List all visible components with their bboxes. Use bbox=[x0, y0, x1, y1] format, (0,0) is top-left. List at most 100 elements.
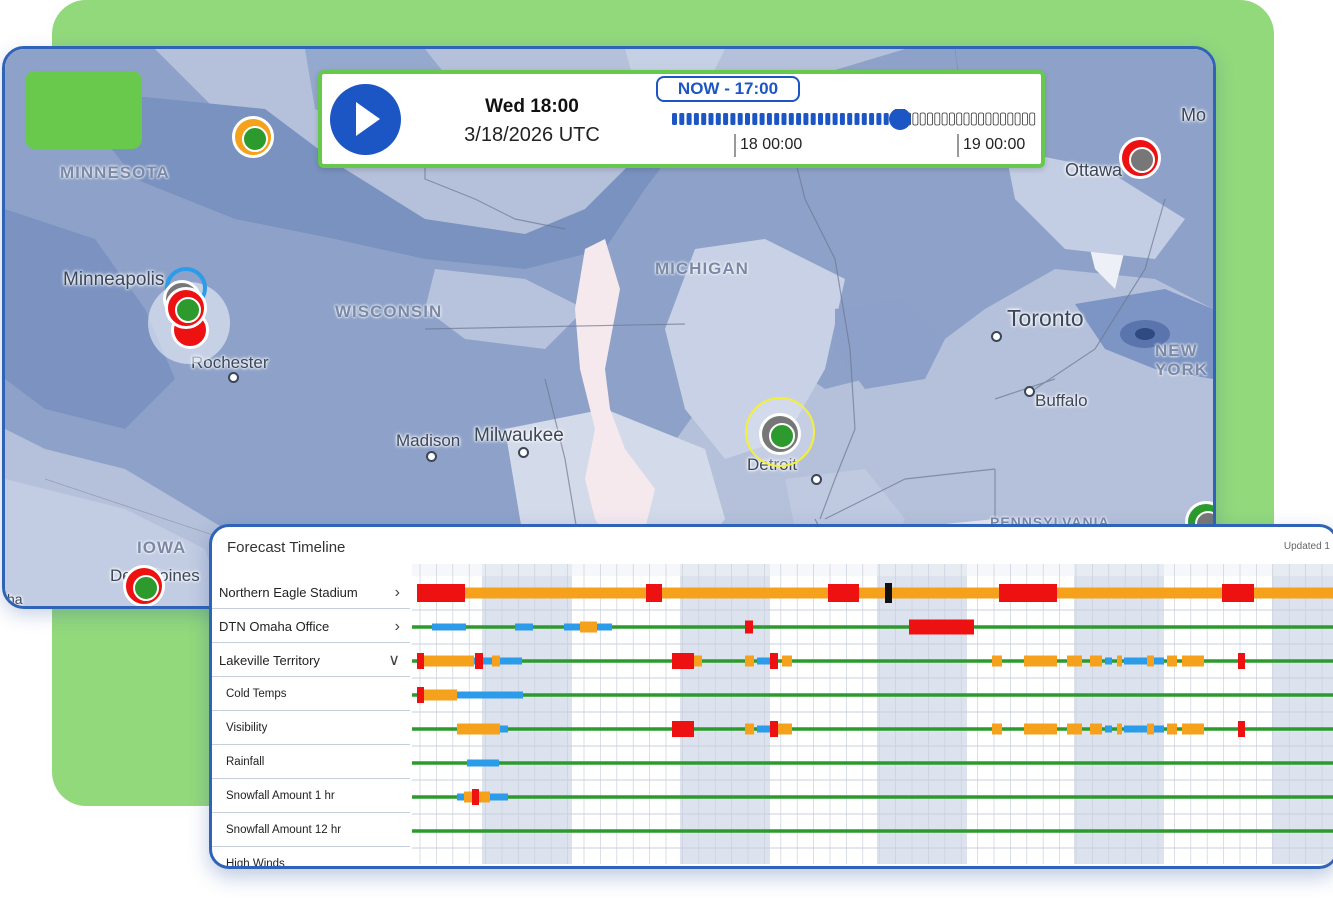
marker-des-moines[interactable] bbox=[123, 565, 165, 606]
timeline-segment[interactable] bbox=[412, 795, 1333, 799]
slider-tick bbox=[730, 113, 736, 125]
state-label-wisconsin: WISCONSIN bbox=[335, 302, 443, 321]
slider-tick bbox=[752, 113, 758, 125]
timeline-segment[interactable] bbox=[412, 829, 1333, 833]
timeline-title: Forecast Timeline bbox=[227, 539, 346, 556]
timeline-segment[interactable] bbox=[417, 587, 1333, 599]
slider-tick bbox=[963, 112, 970, 126]
timeline-segment[interactable] bbox=[475, 653, 483, 669]
timeline-segment[interactable] bbox=[412, 625, 1333, 629]
timeline-segment[interactable] bbox=[745, 620, 753, 634]
timeline-segment[interactable] bbox=[992, 655, 1002, 667]
timeline-row[interactable]: Lakeville Territory ∨ bbox=[212, 644, 410, 677]
chevron-down-icon[interactable]: ∨ bbox=[388, 644, 400, 677]
slider-tick bbox=[992, 112, 999, 126]
timeline-segment[interactable] bbox=[1117, 723, 1122, 735]
timeline-row[interactable]: Cold Temps bbox=[212, 678, 410, 711]
timeline-segment[interactable] bbox=[999, 584, 1057, 602]
timeline-segment[interactable] bbox=[457, 723, 500, 735]
slider-tick bbox=[672, 113, 677, 125]
slider-tick bbox=[810, 113, 816, 125]
timeline-segment[interactable] bbox=[467, 759, 499, 767]
timeline-segment[interactable] bbox=[492, 655, 500, 667]
timeline-segment[interactable] bbox=[909, 619, 974, 635]
timeline-row[interactable]: Visibility bbox=[212, 712, 410, 745]
timeline-segment[interactable] bbox=[457, 691, 523, 699]
timeline-segment[interactable] bbox=[1182, 723, 1204, 735]
marker-ottawa[interactable] bbox=[1119, 137, 1161, 179]
timeline-row[interactable]: Snowfall Amount 12 hr bbox=[212, 814, 410, 847]
timeline-segment[interactable] bbox=[417, 655, 474, 667]
timeline-segment[interactable] bbox=[1090, 723, 1102, 735]
timeline-segment[interactable] bbox=[417, 687, 424, 703]
timeline-segment[interactable] bbox=[757, 725, 770, 733]
timeline-segment[interactable] bbox=[992, 723, 1002, 735]
timeline-segment[interactable] bbox=[1105, 657, 1112, 665]
timeline-segment[interactable] bbox=[1067, 723, 1082, 735]
timeline-segment[interactable] bbox=[1124, 725, 1147, 733]
timeline-segment[interactable] bbox=[646, 584, 662, 602]
night-band bbox=[1074, 564, 1164, 864]
timeline-row-label: Lakeville Territory bbox=[219, 653, 320, 668]
marker-minneapolis-alert[interactable] bbox=[165, 287, 207, 329]
timeline-segment[interactable] bbox=[417, 584, 465, 602]
timeline-segment[interactable] bbox=[745, 655, 754, 667]
timeline-segment[interactable] bbox=[412, 761, 1333, 765]
timeline-segment[interactable] bbox=[412, 693, 1333, 697]
timeline-row[interactable]: High Winds bbox=[212, 848, 410, 869]
timeline-segment[interactable] bbox=[1154, 725, 1164, 733]
timeline-segment[interactable] bbox=[672, 721, 694, 737]
timeline-segment[interactable] bbox=[564, 623, 580, 631]
timeline-segment[interactable] bbox=[1154, 657, 1164, 665]
timeline-segment[interactable] bbox=[580, 621, 597, 633]
slider-tick bbox=[796, 113, 802, 125]
chevron-right-icon[interactable]: › bbox=[395, 610, 400, 643]
timeline-segment[interactable] bbox=[745, 723, 754, 735]
marker-detroit[interactable] bbox=[759, 413, 801, 455]
timeline-row[interactable]: Northern Eagle Stadium › bbox=[212, 576, 410, 609]
timeline-segment[interactable] bbox=[500, 725, 508, 733]
timeline-segment[interactable] bbox=[885, 583, 892, 603]
slider-tick bbox=[774, 113, 780, 125]
timeline-segment[interactable] bbox=[1024, 655, 1057, 667]
slider-tick bbox=[788, 113, 794, 125]
timeline-segment[interactable] bbox=[1024, 723, 1057, 735]
timeline-segment[interactable] bbox=[1067, 655, 1082, 667]
slider-tick bbox=[715, 113, 721, 125]
timeline-segment[interactable] bbox=[1238, 721, 1245, 737]
timeline-segment[interactable] bbox=[1222, 584, 1254, 602]
slider-tick bbox=[701, 113, 707, 125]
timeline-segment[interactable] bbox=[1105, 725, 1112, 733]
timeline-segment[interactable] bbox=[778, 723, 792, 735]
timeline-segment[interactable] bbox=[1124, 657, 1147, 665]
chevron-right-icon[interactable]: › bbox=[395, 576, 400, 609]
timeline-segment[interactable] bbox=[1117, 655, 1122, 667]
timeline-segment[interactable] bbox=[770, 721, 778, 737]
timeline-segment[interactable] bbox=[1090, 655, 1102, 667]
slider-handle[interactable] bbox=[889, 109, 912, 130]
timeline-segment[interactable] bbox=[1182, 655, 1204, 667]
play-button[interactable] bbox=[330, 84, 401, 155]
timeline-segment[interactable] bbox=[1167, 723, 1177, 735]
timeline-segment[interactable] bbox=[597, 623, 612, 631]
timeline-segment[interactable] bbox=[828, 584, 859, 602]
timeline-row[interactable]: Snowfall Amount 1 hr bbox=[212, 780, 410, 813]
timeline-segment[interactable] bbox=[472, 789, 479, 805]
timeline-segment[interactable] bbox=[782, 655, 792, 667]
timeline-segment[interactable] bbox=[515, 623, 533, 631]
timeline-segment[interactable] bbox=[432, 623, 466, 631]
timeline-segment[interactable] bbox=[770, 653, 778, 669]
timeline-segment[interactable] bbox=[1147, 723, 1154, 735]
timeline-segment[interactable] bbox=[672, 653, 694, 669]
timeline-row[interactable]: DTN Omaha Office › bbox=[212, 610, 410, 643]
timeline-segment[interactable] bbox=[1147, 655, 1154, 667]
timeline-segment[interactable] bbox=[1167, 655, 1177, 667]
now-button[interactable]: NOW - 17:00 bbox=[656, 76, 800, 102]
timeline-row-label: High Winds bbox=[226, 858, 285, 869]
timeline-segment[interactable] bbox=[417, 653, 424, 669]
marker-minnesota-orange[interactable] bbox=[232, 116, 274, 158]
slider-tick bbox=[803, 113, 809, 125]
timeline-segment[interactable] bbox=[757, 657, 772, 665]
timeline-segment[interactable] bbox=[1238, 653, 1245, 669]
timeline-row[interactable]: Rainfall bbox=[212, 746, 410, 779]
